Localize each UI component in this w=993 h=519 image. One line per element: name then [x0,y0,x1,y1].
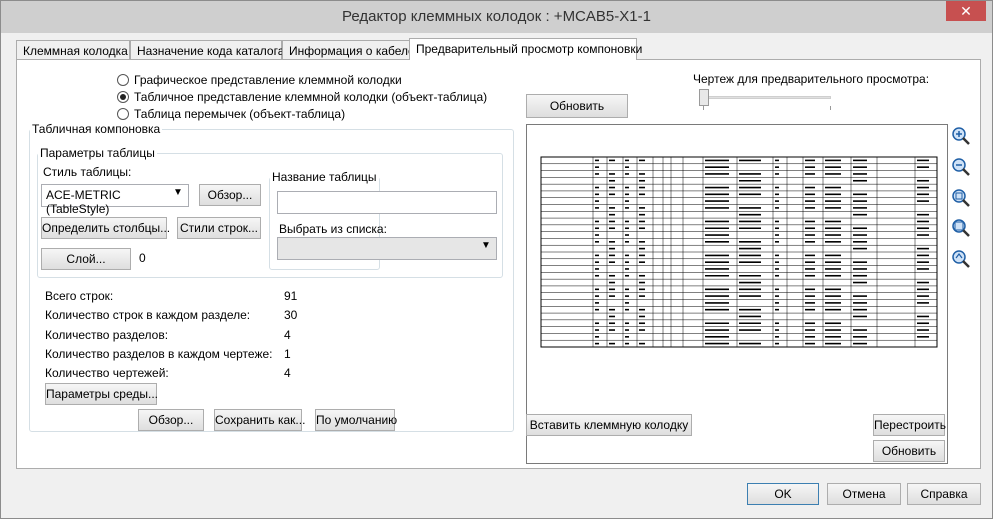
cancel-button[interactable]: Отмена [827,483,901,505]
pick-from-list-select[interactable]: ▼ [277,237,497,260]
pick-from-list-label: Выбрать из списка: [279,222,387,236]
drawing-slider-thumb[interactable] [699,89,709,106]
help-button[interactable]: Справка [907,483,981,505]
radio-graphical[interactable] [117,74,129,86]
zoom-previous-icon[interactable] [951,249,971,269]
radio-table-object-label: Табличное представление клеммной колодки… [134,90,488,104]
close-button[interactable]: ✕ [946,1,986,21]
rebuild-button[interactable]: Перестроить [873,414,946,436]
zoom-out-icon[interactable] [951,157,971,177]
table-layout-legend: Табличная компоновка [32,122,161,136]
chevron-down-icon: ▼ [481,240,491,251]
save-as-button[interactable]: Сохранить как... [214,409,305,431]
tab-terminal-strip[interactable]: Клеммная колодка [16,40,130,60]
insert-terminal-strip-button[interactable]: Вставить клеммную колодку [526,414,692,436]
layer-value: 0 [139,251,146,265]
zoom-extents-icon[interactable] [951,218,971,238]
radio-jumper-table[interactable] [117,108,129,120]
stat-total-rows-value: 91 [284,289,298,303]
terminal-table-preview [540,156,938,348]
zoom-window-icon[interactable] [951,188,971,208]
table-name-input[interactable] [277,191,497,214]
stat-sections-value: 4 [284,328,291,342]
layer-button[interactable]: Слой... [41,248,131,270]
browse-button[interactable]: Обзор... [138,409,204,431]
stat-sections-per-drawing-value: 1 [284,347,291,361]
layout-preview-canvas[interactable] [526,124,948,464]
tab-cable-info[interactable]: Информация о кабеле [282,40,415,60]
refresh-button[interactable]: Обновить [526,94,628,118]
default-button[interactable]: По умолчанию [315,409,397,431]
table-params-legend: Параметры таблицы [40,146,155,160]
ok-button[interactable]: OK [747,483,819,505]
stat-rows-per-section-label: Количество строк в каждом разделе: [45,308,251,322]
style-browse-button[interactable]: Обзор... [199,184,261,206]
preview-table-drawing [540,156,938,348]
stat-rows-per-section-value: 30 [284,308,298,322]
stat-drawings-value: 4 [284,366,291,380]
slider-ticks [703,106,831,110]
preview-drawing-label: Чертеж для предварительного просмотра: [693,72,930,86]
cell-styles-button[interactable]: Стили строк... [177,217,261,239]
radio-table-object[interactable] [117,91,129,103]
zoom-in-icon[interactable] [951,126,971,146]
environment-params-button[interactable]: Параметры среды... [45,383,158,405]
tab-catalog-assignment[interactable]: Назначение кода каталога [130,40,284,60]
window-title: Редактор клеммных колодок : +MCAB5-X1-1 [342,8,651,25]
table-name-legend: Название таблицы [272,170,377,184]
table-style-select[interactable]: ACE-METRIC (TableStyle) ▼ [41,184,189,216]
stat-sections-per-drawing-label: Количество разделов в каждом чертеже: [45,347,273,361]
tab-layout-preview[interactable]: Предварительный просмотр компоновки [409,38,642,60]
drawing-slider-track[interactable] [703,96,831,99]
update-button[interactable]: Обновить [873,440,945,462]
dialog-window: Редактор клеммных колодок : +MCAB5-X1-1 … [0,0,993,519]
radio-jumper-table-label: Таблица перемычек (объект-таблица) [134,107,346,121]
table-style-label: Стиль таблицы: [43,165,132,179]
stat-total-rows-label: Всего строк: [45,289,114,303]
define-columns-button[interactable]: Определить столбцы... [41,217,170,239]
chevron-down-icon: ▼ [173,187,183,198]
tab-panel: Графическое представление клеммной колод… [16,59,981,469]
radio-graphical-label: Графическое представление клеммной колод… [134,73,402,87]
stat-sections-label: Количество разделов: [45,328,169,342]
title-bar: Редактор клеммных колодок : +MCAB5-X1-1 … [1,1,992,33]
stat-drawings-label: Количество чертежей: [45,366,169,380]
